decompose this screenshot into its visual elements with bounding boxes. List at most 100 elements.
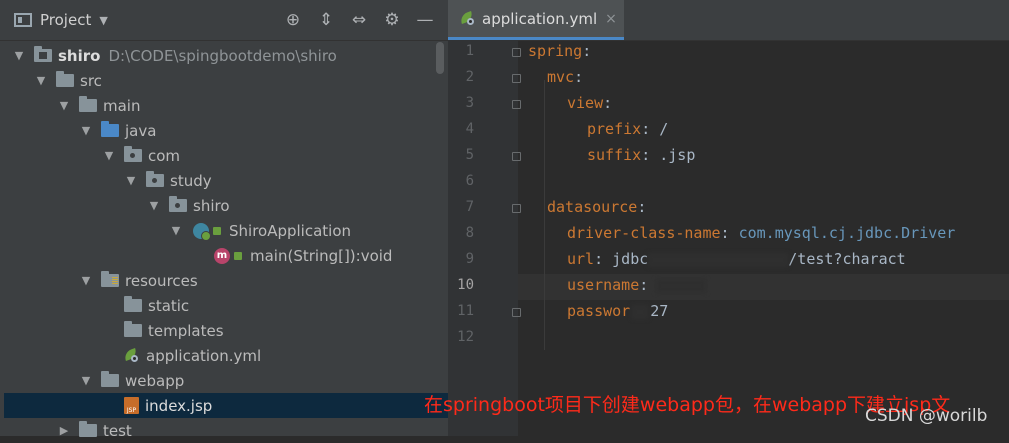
jsp-file-icon (124, 397, 139, 414)
tree-item-label: test (103, 421, 132, 440)
folder-icon (124, 321, 142, 337)
tree-item-application-yml[interactable]: application.yml (124, 343, 261, 368)
package-icon (124, 146, 142, 162)
code-line[interactable]: username: (567, 276, 707, 294)
spring-class-icon (193, 222, 211, 241)
chevron-down-icon[interactable]: ▼ (12, 49, 26, 62)
fold-marker-icon[interactable] (512, 74, 521, 83)
package-icon (146, 171, 164, 187)
module-path: D:\CODE\spingbootdemo\shiro (108, 46, 337, 65)
folder-icon (79, 421, 97, 437)
spring-config-icon (124, 348, 140, 364)
chevron-down-icon: ▼ (99, 13, 108, 27)
code-line[interactable]: spring: (528, 42, 591, 60)
fold-marker-icon[interactable] (512, 204, 521, 213)
resources-folder-icon (101, 271, 119, 287)
code-line[interactable]: passwor 27 (567, 302, 668, 320)
fold-marker-icon[interactable] (512, 100, 521, 109)
watermark-text: CSDN @worilb (865, 406, 988, 426)
redacted-text (632, 304, 649, 319)
code-line[interactable]: suffix: .jsp (587, 146, 695, 164)
tree-item-study[interactable]: ▼ study (124, 168, 212, 193)
tree-item-main[interactable]: ▼ main (57, 93, 140, 118)
editor-tab-bar: application.yml × (448, 0, 1009, 41)
folder-icon (124, 296, 142, 312)
tree-item-java[interactable]: ▼ java (79, 118, 156, 143)
tree-item-resources[interactable]: ▼ resources (79, 268, 198, 293)
project-title: Project (40, 11, 92, 29)
tab-label: application.yml (482, 9, 598, 28)
tree-item-shiro-package[interactable]: ▼ shiro (147, 193, 230, 218)
code-line[interactable]: prefix: / (587, 120, 668, 138)
tree-item-src[interactable]: ▼ src (34, 68, 102, 93)
line-number: 7 (465, 199, 474, 215)
chevron-down-icon[interactable]: ▼ (79, 124, 93, 137)
code-line[interactable]: url: jdbc/test?charact (567, 250, 906, 268)
tab-application-yml[interactable]: application.yml × (448, 0, 624, 40)
redacted-text (656, 278, 707, 293)
chevron-down-icon[interactable]: ▼ (102, 149, 116, 162)
line-number: 6 (465, 173, 474, 189)
target-icon[interactable]: ⊕ (282, 10, 304, 30)
chevron-down-icon[interactable]: ▼ (124, 174, 138, 187)
line-number: 5 (465, 147, 474, 163)
chevron-down-icon[interactable]: ▼ (79, 374, 93, 387)
fold-marker-icon[interactable] (512, 48, 521, 57)
tree-item-shiro-module[interactable]: ▼ shiro D:\CODE\spingbootdemo\shiro (12, 43, 337, 68)
project-panel: Project ▼ ⊕ ⇕ ⇔ ⚙ — ▼ shiro D:\CODE\spin… (0, 0, 448, 440)
gear-icon[interactable]: ⚙ (381, 10, 403, 30)
tree-item-label: templates (148, 321, 224, 340)
tree-item-main-method[interactable]: m main(String[]):void (214, 243, 392, 268)
chevron-right-icon[interactable]: ▶ (57, 424, 71, 437)
code-line[interactable]: driver-class-name: com.mysql.cj.jdbc.Dri… (567, 224, 955, 242)
line-number: 8 (465, 225, 474, 241)
tree-item-index-jsp[interactable]: index.jsp (124, 393, 212, 418)
collapse-all-icon[interactable]: ⇔ (348, 10, 370, 30)
tree-item-label: application.yml (146, 346, 262, 365)
chevron-down-icon[interactable]: ▼ (79, 274, 93, 287)
line-number: 3 (465, 95, 474, 111)
chevron-down-icon[interactable]: ▼ (147, 199, 161, 212)
tree-item-label: resources (125, 271, 198, 290)
tree-item-label: shiro (193, 196, 230, 215)
project-view-selector[interactable]: Project ▼ (14, 11, 108, 29)
project-toolbar: ⊕ ⇕ ⇔ ⚙ — (282, 10, 436, 30)
minimize-icon[interactable]: — (414, 10, 436, 30)
source-folder-icon (101, 121, 119, 137)
project-icon (14, 13, 32, 27)
code-line[interactable]: mvc: (547, 68, 583, 86)
tree-item-label: com (148, 146, 181, 165)
tree-item-label: study (170, 171, 212, 190)
chevron-down-icon[interactable]: ▼ (34, 74, 48, 87)
lock-icon (234, 251, 242, 260)
line-number: 10 (457, 277, 474, 293)
scrollbar[interactable] (436, 42, 444, 74)
tree-item-label: static (148, 296, 190, 315)
fold-marker-icon[interactable] (512, 152, 521, 161)
close-icon[interactable]: × (605, 11, 617, 27)
tree-item-shiro-application[interactable]: ▼ ShiroApplication (169, 218, 351, 243)
code-line[interactable]: view: (567, 94, 612, 112)
code-line[interactable]: datasource: (547, 198, 646, 216)
tree-item-templates[interactable]: templates (124, 318, 224, 343)
editor-panel: application.yml × 1 2 3 4 5 6 7 8 9 10 1… (448, 0, 1009, 436)
expand-all-icon[interactable]: ⇕ (315, 10, 337, 30)
chevron-down-icon[interactable]: ▼ (57, 99, 71, 112)
tree-item-webapp[interactable]: ▼ webapp (79, 368, 184, 393)
tree-item-label: ShiroApplication (229, 221, 352, 240)
tree-item-label: java (125, 121, 157, 140)
tree-item-label: main(String[]):void (250, 246, 393, 265)
lock-icon (213, 226, 221, 235)
fold-marker-icon[interactable] (512, 308, 521, 317)
module-folder-icon (34, 46, 52, 62)
method-icon: m (214, 247, 230, 264)
tree-item-static[interactable]: static (124, 293, 189, 318)
line-number: 12 (457, 329, 474, 345)
tree-item-test[interactable]: ▶ test (57, 418, 132, 443)
tree-item-label: main (103, 96, 141, 115)
chevron-down-icon[interactable]: ▼ (169, 224, 183, 237)
redacted-text (648, 252, 789, 267)
package-icon (169, 196, 187, 212)
tree-item-com[interactable]: ▼ com (102, 143, 180, 168)
indent-guide (544, 80, 545, 350)
